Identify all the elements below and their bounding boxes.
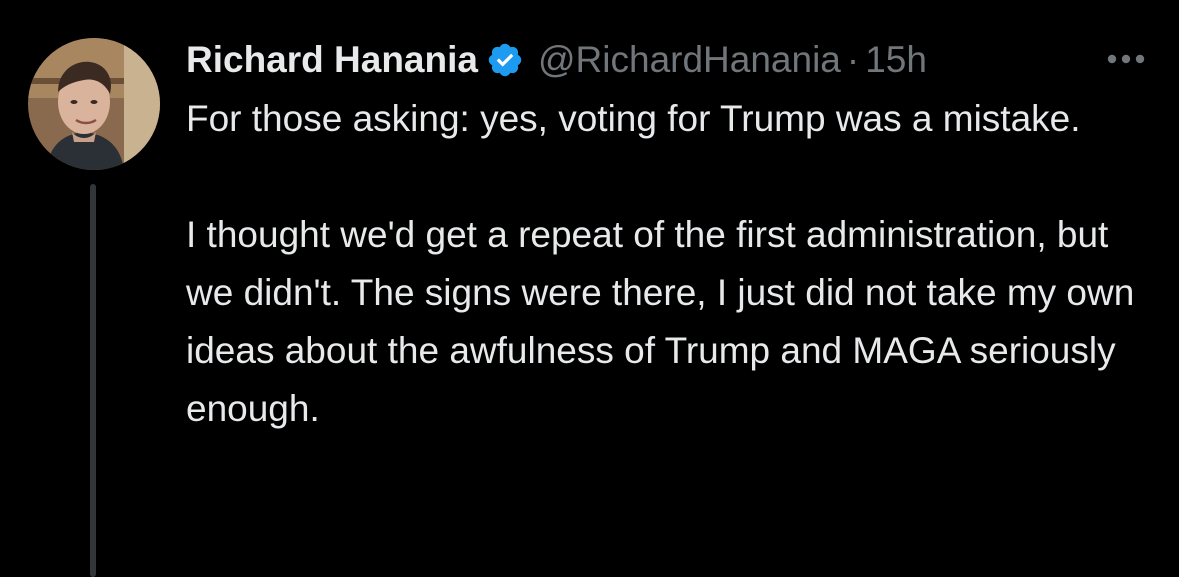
- verified-badge-icon: [486, 41, 524, 79]
- more-options-icon[interactable]: [1098, 44, 1154, 74]
- tweet[interactable]: Richard Hanania @RichardHanania · 15h Fo…: [0, 0, 1179, 577]
- author-handle[interactable]: @RichardHanania: [538, 39, 841, 81]
- tweet-body: For those asking: yes, voting for Trump …: [186, 90, 1146, 438]
- tweet-paragraph-1: For those asking: yes, voting for Trump …: [186, 98, 1081, 139]
- author-display-name[interactable]: Richard Hanania: [186, 39, 478, 81]
- tweet-paragraph-2: I thought we'd get a repeat of the first…: [186, 214, 1135, 429]
- tweet-timestamp[interactable]: 15h: [865, 39, 927, 81]
- avatar[interactable]: [28, 38, 160, 170]
- tweet-header: Richard Hanania @RichardHanania · 15h: [186, 34, 1146, 86]
- avatar-photo: [28, 38, 160, 170]
- header-separator: ·: [846, 39, 860, 80]
- thread-connector-line: [90, 184, 96, 577]
